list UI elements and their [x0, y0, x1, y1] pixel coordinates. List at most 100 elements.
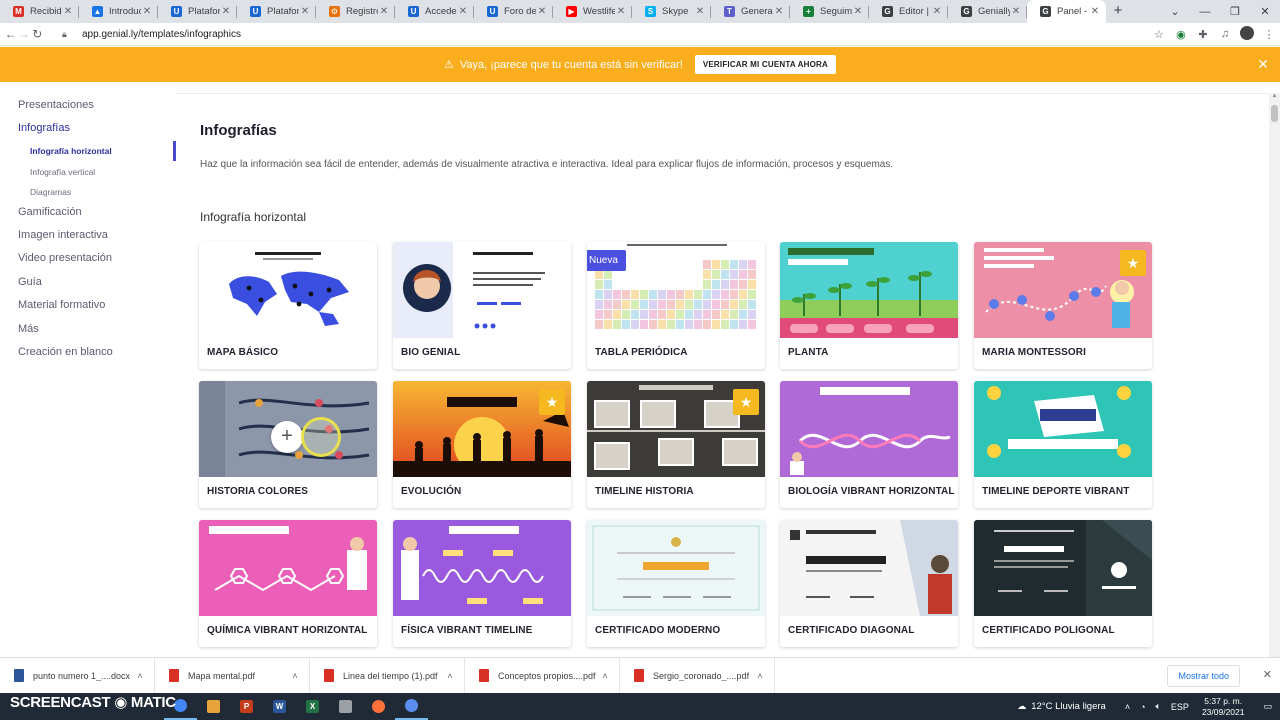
chevron-up-icon[interactable]: ˄ [1125, 702, 1130, 712]
tab-close-icon[interactable]: ✕ [1010, 6, 1022, 17]
clock[interactable]: 5:37 p. m. 23/09/2021 [1202, 696, 1245, 718]
verify-account-button[interactable]: VERIFICAR MI CUENTA AHORA [694, 55, 836, 74]
notifications-icon[interactable]: ▭ [1263, 701, 1272, 712]
template-thumbnail[interactable] [780, 520, 958, 616]
template-card-label[interactable]: MAPA BÁSICO [207, 347, 278, 358]
template-card[interactable]: BIO GENIAL [393, 242, 571, 369]
sidebar-item[interactable]: Material formativo [18, 299, 105, 311]
template-card[interactable]: Nueva TABLA PERIÓDICA [587, 242, 765, 369]
sidebar-subitem[interactable]: Infografía horizontal [30, 146, 112, 156]
tab-close-icon[interactable]: ✕ [62, 6, 74, 17]
sidebar-item[interactable]: Presentaciones [18, 99, 94, 111]
template-card[interactable]: CERTIFICADO POLIGONAL [974, 520, 1152, 647]
tab-close-icon[interactable]: ✕ [299, 6, 311, 17]
taskbar-app-icon[interactable] [329, 693, 362, 720]
template-card[interactable]: + HISTORIA COLORES [199, 381, 377, 508]
sidebar-item[interactable]: Más [18, 323, 39, 335]
new-tab-button[interactable]: + [1106, 0, 1130, 23]
chevron-up-icon[interactable]: ˄ [132, 671, 148, 681]
restore-icon[interactable]: ❐ [1220, 5, 1250, 18]
browser-tab[interactable]: U Plataform✕ [158, 0, 237, 23]
taskbar-app-icon[interactable] [197, 693, 230, 720]
sidebar-item[interactable]: Infografías [18, 122, 70, 134]
template-card[interactable]: ★ MARIA MONTESSORI [974, 242, 1152, 369]
sidebar-item[interactable]: Imagen interactiva [18, 229, 108, 241]
template-card-label[interactable]: BIOLOGÍA VIBRANT HORIZONTAL [788, 486, 955, 497]
tab-close-icon[interactable]: ✕ [141, 6, 153, 17]
browser-tab[interactable]: T General (i✕ [711, 0, 790, 23]
template-card-label[interactable]: HISTORIA COLORES [207, 486, 308, 497]
sidebar-item[interactable]: Video presentación [18, 252, 112, 264]
minimize-icon[interactable]: — [1190, 6, 1220, 18]
browser-tab[interactable]: S Skype ✕ [632, 0, 711, 23]
template-card-label[interactable]: TABLA PERIÓDICA [595, 347, 688, 358]
taskbar-app-icon[interactable] [395, 693, 428, 720]
sidebar-item[interactable]: Guía [18, 276, 42, 288]
template-card-label[interactable]: PLANTA [788, 347, 828, 358]
vertical-scrollbar[interactable]: ▲ [1269, 93, 1280, 657]
template-card[interactable]: PLANTA [780, 242, 958, 369]
template-thumbnail[interactable] [587, 520, 765, 616]
browser-tab[interactable]: M Recibidos✕ [0, 0, 79, 23]
browser-tab[interactable]: G Editor | H✕ [869, 0, 948, 23]
taskbar-app-icon[interactable] [362, 693, 395, 720]
template-card[interactable]: QUÍMICA VIBRANT HORIZONTAL [199, 520, 377, 647]
browser-tab[interactable]: U Plataform✕ [237, 0, 316, 23]
taskbar-app-icon[interactable]: W [263, 693, 296, 720]
show-all-downloads-button[interactable]: Mostrar todo [1167, 665, 1240, 687]
tab-close-icon[interactable]: ✕ [694, 6, 706, 17]
template-card[interactable]: ★ TIMELINE HISTORIA [587, 381, 765, 508]
browser-tab[interactable]: G Genially, U✕ [948, 0, 1027, 23]
download-item[interactable]: Conceptos propios....pdf ˄ [465, 657, 620, 694]
sidebar-subitem[interactable]: Diagramas [30, 187, 71, 197]
extension-icon[interactable]: ◉ [1170, 28, 1192, 41]
browser-tab[interactable]: U Foro de d✕ [474, 0, 553, 23]
sidebar-subitem[interactable]: Infografía vertical [30, 167, 95, 177]
tab-close-icon[interactable]: ✕ [773, 6, 785, 17]
browser-tab[interactable]: ▶ Westlife -✕ [553, 0, 632, 23]
tab-close-icon[interactable]: ✕ [457, 6, 469, 17]
download-item[interactable]: Linea del tiempo (1).pdf ˄ [310, 657, 465, 694]
template-card-label[interactable]: MARIA MONTESSORI [982, 347, 1086, 358]
weather-icon[interactable]: ☁ [1017, 701, 1026, 712]
media-icon[interactable]: ♫ [1214, 28, 1236, 40]
network-icon[interactable]: ◔ [1140, 702, 1145, 712]
template-card-label[interactable]: QUÍMICA VIBRANT HORIZONTAL [207, 625, 367, 636]
download-item[interactable]: Sergio_coronado_....pdf ˄ [620, 657, 775, 694]
bookmark-star-icon[interactable]: ☆ [1148, 28, 1170, 41]
reload-icon[interactable]: ↻ [31, 27, 44, 41]
template-card-label[interactable]: FÍSICA VIBRANT TIMELINE [401, 625, 532, 636]
taskbar-app-icon[interactable]: X [296, 693, 329, 720]
tab-close-icon[interactable]: ✕ [220, 6, 232, 17]
browser-tab[interactable]: U Acceder a✕ [395, 0, 474, 23]
template-thumbnail[interactable] [780, 242, 958, 338]
template-card-label[interactable]: CERTIFICADO MODERNO [595, 625, 720, 636]
chevron-up-icon[interactable]: ˄ [752, 671, 768, 681]
sidebar-item[interactable]: Creación en blanco [18, 346, 113, 358]
weather-text[interactable]: 12°C Lluvia ligera [1031, 701, 1106, 712]
sidebar-item[interactable]: Gamificación [18, 206, 82, 218]
language-indicator[interactable]: ESP [1171, 702, 1189, 712]
template-card[interactable]: CERTIFICADO DIAGONAL [780, 520, 958, 647]
puzzle-icon[interactable]: ✚ [1192, 28, 1214, 41]
close-icon[interactable]: ✕ [1257, 56, 1269, 73]
chevron-up-icon[interactable]: ˄ [597, 671, 613, 681]
template-card-label[interactable]: TIMELINE HISTORIA [595, 486, 694, 497]
add-template-button[interactable]: + [271, 421, 303, 453]
chevron-up-icon[interactable]: ˄ [442, 671, 458, 681]
template-thumbnail[interactable] [974, 381, 1152, 477]
template-card[interactable]: FÍSICA VIBRANT TIMELINE [393, 520, 571, 647]
template-card-label[interactable]: BIO GENIAL [401, 347, 460, 358]
scroll-up-icon[interactable]: ▲ [1269, 93, 1280, 103]
tab-search-icon[interactable]: ⌄ [1160, 5, 1190, 18]
browser-tab[interactable]: G Panel - Ge✕ [1027, 0, 1106, 23]
volume-icon[interactable]: 🔈︎ [1156, 701, 1161, 712]
template-thumbnail[interactable] [199, 242, 377, 338]
menu-kebab-icon[interactable]: ⋮ [1258, 28, 1280, 41]
download-item[interactable]: Mapa mental.pdf ˄ [155, 657, 310, 694]
template-card[interactable]: BIOLOGÍA VIBRANT HORIZONTAL [780, 381, 958, 508]
scroll-thumb[interactable] [1271, 105, 1278, 122]
profile-avatar[interactable] [1236, 25, 1258, 43]
chevron-up-icon[interactable]: ˄ [287, 671, 303, 681]
taskbar-app-icon[interactable]: P [230, 693, 263, 720]
